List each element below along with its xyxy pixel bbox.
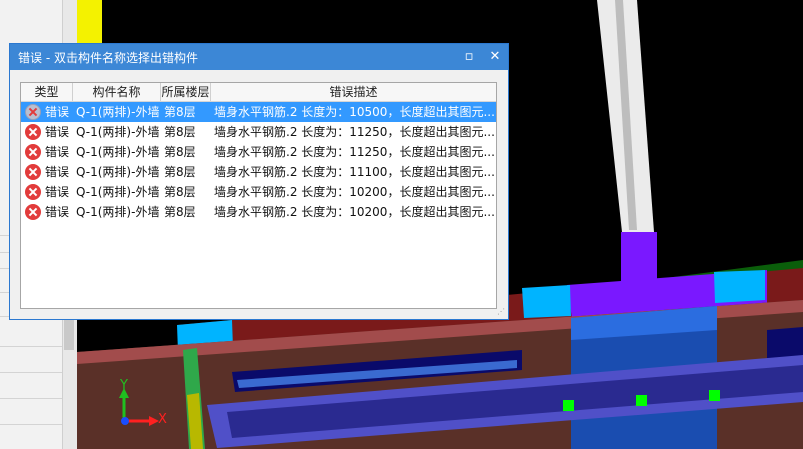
error-icon bbox=[25, 204, 41, 220]
row-component-name[interactable]: Q-1(两排)-外墙 bbox=[76, 162, 160, 182]
row-type: 错误 bbox=[45, 165, 70, 179]
row-component-name[interactable]: Q-1(两排)-外墙 bbox=[76, 182, 160, 202]
row-component-name[interactable]: Q-1(两排)-外墙 bbox=[76, 142, 160, 162]
error-row[interactable]: 错误 Q-1(两排)-外墙 第8层 墙身水平钢筋.2 长度为：10500，长度超… bbox=[21, 102, 496, 122]
close-button[interactable]: ✕ bbox=[482, 44, 508, 70]
row-floor: 第8层 bbox=[164, 105, 196, 119]
error-icon bbox=[25, 164, 41, 180]
row-description: 墙身水平钢筋.2 长度为：10200，长度超出其图元... bbox=[214, 205, 494, 219]
error-icon bbox=[25, 144, 41, 160]
restore-button[interactable]: ▫ bbox=[456, 44, 482, 70]
column-header-name[interactable]: 构件名称 bbox=[73, 83, 161, 101]
row-description: 墙身水平钢筋.2 长度为：10500，长度超出其图元... bbox=[214, 105, 494, 119]
row-component-name[interactable]: Q-1(两排)-外墙 bbox=[76, 102, 160, 122]
row-type: 错误 bbox=[45, 125, 70, 139]
row-type: 错误 bbox=[45, 205, 70, 219]
axis-y-label: Y bbox=[120, 378, 128, 393]
error-row[interactable]: 错误 Q-1(两排)-外墙 第8层 墙身水平钢筋.2 长度为：11100，长度超… bbox=[21, 162, 496, 182]
error-row[interactable]: 错误 Q-1(两排)-外墙 第8层 墙身水平钢筋.2 长度为：10200，长度超… bbox=[21, 202, 496, 222]
row-description: 墙身水平钢筋.2 长度为：11250，长度超出其图元... bbox=[214, 125, 494, 139]
row-floor: 第8层 bbox=[164, 165, 196, 179]
dialog-titlebar[interactable]: 错误 - 双击构件名称选择出错构件 ▫ ✕ bbox=[10, 44, 508, 70]
error-row[interactable]: 错误 Q-1(两排)-外墙 第8层 墙身水平钢筋.2 长度为：11250，长度超… bbox=[21, 122, 496, 142]
row-floor: 第8层 bbox=[164, 205, 196, 219]
error-icon bbox=[25, 124, 41, 140]
column-header-floor[interactable]: 所属楼层 bbox=[161, 83, 211, 101]
panel-divider bbox=[0, 372, 62, 373]
column-header-desc[interactable]: 错误描述 bbox=[211, 83, 496, 101]
error-row[interactable]: 错误 Q-1(两排)-外墙 第8层 墙身水平钢筋.2 长度为：10200，长度超… bbox=[21, 182, 496, 202]
error-dialog[interactable]: 错误 - 双击构件名称选择出错构件 ▫ ✕ 类型 构件名称 所属楼层 错误描述 … bbox=[9, 43, 509, 320]
row-description: 墙身水平钢筋.2 长度为：11250，长度超出其图元... bbox=[214, 145, 494, 159]
row-floor: 第8层 bbox=[164, 145, 196, 159]
list-header: 类型 构件名称 所属楼层 错误描述 bbox=[21, 83, 496, 102]
row-type: 错误 bbox=[45, 185, 70, 199]
panel-divider bbox=[0, 424, 62, 425]
row-type: 错误 bbox=[45, 105, 70, 119]
column-header-type[interactable]: 类型 bbox=[21, 83, 73, 101]
error-list[interactable]: 类型 构件名称 所属楼层 错误描述 错误 Q-1(两排)-外墙 第8层 墙身水平… bbox=[20, 82, 497, 309]
error-icon bbox=[25, 184, 41, 200]
row-component-name[interactable]: Q-1(两排)-外墙 bbox=[76, 202, 160, 222]
row-description: 墙身水平钢筋.2 长度为：10200，长度超出其图元... bbox=[214, 185, 494, 199]
row-floor: 第8层 bbox=[164, 125, 196, 139]
dialog-title: 错误 - 双击构件名称选择出错构件 bbox=[18, 51, 198, 65]
row-component-name[interactable]: Q-1(两排)-外墙 bbox=[76, 122, 160, 142]
row-floor: 第8层 bbox=[164, 185, 196, 199]
row-type: 错误 bbox=[45, 145, 70, 159]
error-row[interactable]: 错误 Q-1(两排)-外墙 第8层 墙身水平钢筋.2 长度为：11250，长度超… bbox=[21, 142, 496, 162]
panel-divider bbox=[0, 346, 62, 347]
row-description: 墙身水平钢筋.2 长度为：11100，长度超出其图元... bbox=[214, 165, 494, 179]
resize-grip-icon[interactable]: ⋰ bbox=[497, 308, 505, 316]
panel-divider bbox=[0, 398, 62, 399]
error-icon bbox=[25, 104, 41, 120]
axis-x-label: X bbox=[158, 412, 167, 427]
